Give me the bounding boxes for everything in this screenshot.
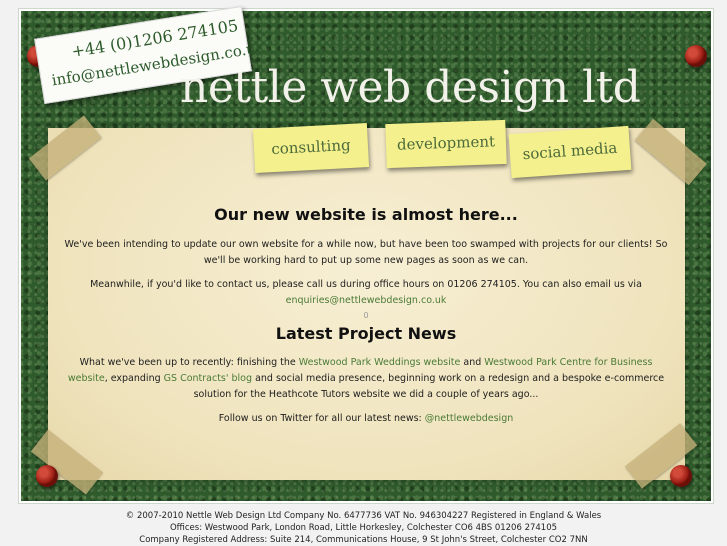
news-paragraph: What we've been up to recently: finishin… (60, 355, 672, 403)
pin-bottom-left (36, 465, 58, 487)
footer-line-3: Company Registered Address: Suite 214, C… (139, 535, 588, 545)
pin-top-right (685, 45, 707, 67)
news-text-4: and social media presence, beginning wor… (193, 373, 665, 400)
site-title: nettle web design ltd (180, 62, 641, 113)
contact-paragraph: Meanwhile, if you'd like to contact us, … (60, 277, 672, 309)
news-heading: Latest Project News (275, 324, 457, 343)
twitter-paragraph: Follow us on Twitter for all our latest … (60, 411, 672, 427)
separator-mark: 0 (363, 311, 369, 320)
westwood-weddings-link[interactable]: Westwood Park Weddings website (299, 357, 461, 368)
pin-bottom-right (670, 465, 692, 487)
footer-line-2: Offices: Westwood Park, London Road, Lit… (169, 523, 558, 533)
nav-social-media[interactable]: social media (508, 125, 632, 179)
gs-contracts-link[interactable]: GS Contracts' blog (164, 373, 252, 384)
footer: © 2007-2010 Nettle Web Design Ltd Compan… (0, 510, 727, 546)
news-text-1: What we've been up to recently: finishin… (79, 357, 296, 368)
intro-paragraph: We've been intending to update our own w… (64, 239, 668, 266)
page-heading: Our new website is almost here... (214, 205, 518, 224)
footer-line-1: © 2007-2010 Nettle Web Design Ltd Compan… (125, 511, 602, 521)
nav-consulting[interactable]: consulting (252, 123, 370, 173)
contact-text: Meanwhile, if you'd like to contact us, … (90, 279, 642, 290)
twitter-link[interactable]: @nettlewebdesign (425, 413, 513, 424)
main-content: Our new website is almost here... We've … (60, 205, 672, 427)
nav-development[interactable]: development (385, 119, 507, 169)
news-text-2: and (463, 357, 482, 368)
enquiries-email-link[interactable]: enquiries@nettlewebdesign.co.uk (286, 295, 447, 306)
twitter-text: Follow us on Twitter for all our latest … (218, 413, 422, 424)
news-text-3: , expanding (104, 373, 161, 384)
